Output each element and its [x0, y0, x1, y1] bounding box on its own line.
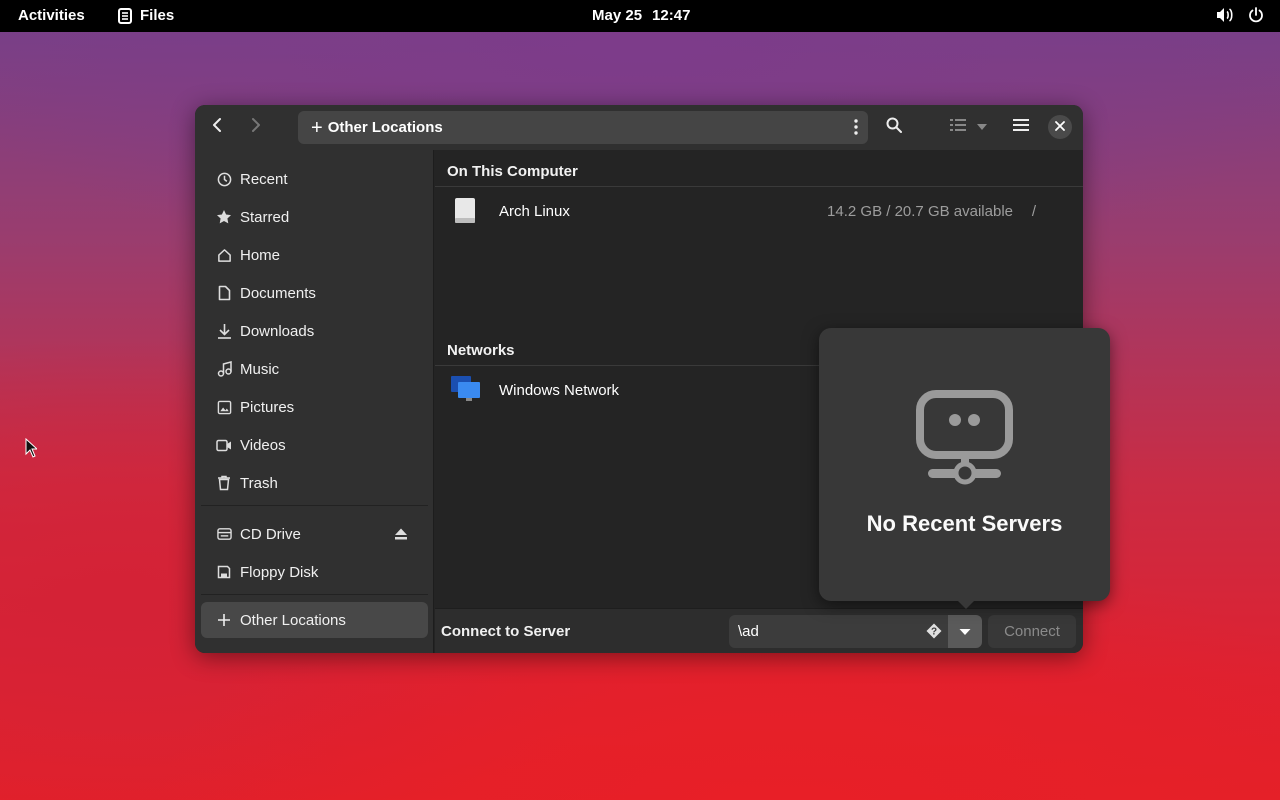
home-icon: [213, 248, 235, 263]
sidebar-item-trash[interactable]: Trash: [201, 465, 428, 501]
location-name: Arch Linux: [499, 202, 570, 220]
svg-text:?: ?: [931, 627, 937, 638]
plus-icon: [213, 613, 235, 627]
files-icon: [118, 7, 132, 24]
sidebar-item-label: Music: [240, 360, 280, 378]
sidebar-item-floppy-disk[interactable]: Floppy Disk: [201, 554, 428, 590]
connect-to-server-bar: Connect to Server \ad ? Connect: [435, 608, 1083, 653]
volume-icon: [1216, 7, 1234, 23]
path-label: Other Locations: [327, 119, 443, 136]
eject-icon[interactable]: [394, 527, 408, 544]
close-button[interactable]: [1048, 115, 1072, 139]
sidebar-item-label: Documents: [240, 284, 316, 302]
sidebar-item-label: Videos: [240, 436, 286, 454]
network-computer-icon: [451, 376, 481, 408]
sidebar-item-label: Other Locations: [240, 611, 346, 629]
video-icon: [213, 439, 235, 452]
connect-to-server-label: Connect to Server: [441, 623, 571, 640]
header-bar: + Other Locations: [195, 105, 1083, 150]
floppy-icon: [213, 565, 235, 579]
recent-servers-dropdown-button[interactable]: [948, 615, 982, 648]
hamburger-menu-icon: [1013, 118, 1029, 137]
location-row-arch-linux[interactable]: Arch Linux 14.2 GB / 20.7 GB available /: [435, 188, 1083, 234]
sidebar-item-videos[interactable]: Videos: [201, 427, 428, 463]
close-icon: [1055, 118, 1065, 136]
picture-icon: [213, 400, 235, 415]
forward-button[interactable]: [239, 110, 273, 144]
recent-servers-popover: No Recent Servers: [819, 328, 1110, 609]
view-options-button[interactable]: [969, 110, 995, 144]
system-status-area[interactable]: [1216, 7, 1264, 23]
location-name: Windows Network: [499, 381, 620, 399]
download-icon: [213, 323, 235, 339]
section-title-networks: Networks: [447, 342, 515, 359]
sidebar-item-music[interactable]: Music: [201, 351, 428, 387]
section-divider: [435, 186, 1083, 187]
document-icon: [213, 285, 235, 301]
help-diamond-icon[interactable]: ?: [926, 623, 942, 643]
mouse-pointer-icon: [25, 437, 39, 463]
chevron-left-icon: [211, 117, 223, 138]
sidebar-item-pictures[interactable]: Pictures: [201, 389, 428, 425]
sidebar-item-recent[interactable]: Recent: [201, 161, 428, 197]
sidebar-item-label: Starred: [240, 208, 290, 226]
sidebar-item-label: Recent: [240, 170, 288, 188]
clock-icon: [213, 172, 235, 187]
plus-icon: +: [311, 116, 323, 139]
search-icon: [886, 117, 902, 138]
chevron-down-icon: [976, 118, 988, 136]
clock[interactable]: May 25 12:47: [592, 7, 690, 24]
sidebar-item-other-locations[interactable]: Other Locations: [201, 602, 428, 638]
sidebar-item-label: Floppy Disk: [240, 563, 319, 581]
chevron-right-icon: [250, 117, 262, 138]
section-title-on-this-computer: On This Computer: [447, 163, 578, 180]
sidebar-item-cd-drive[interactable]: CD Drive: [201, 516, 428, 552]
sidebar-item-label: Downloads: [240, 322, 315, 340]
optical-drive-icon: [213, 527, 235, 541]
sidebar-separator: [201, 594, 428, 595]
search-button[interactable]: [877, 110, 911, 144]
app-menu[interactable]: Files: [118, 7, 174, 24]
network-server-icon: [916, 390, 1013, 491]
path-bar[interactable]: + Other Locations: [298, 111, 868, 144]
popover-empty-title: No Recent Servers: [866, 511, 1063, 536]
star-icon: [213, 209, 235, 225]
sidebar-item-downloads[interactable]: Downloads: [201, 313, 428, 349]
drive-icon: [454, 197, 476, 228]
location-availability: 14.2 GB / 20.7 GB available: [827, 202, 1013, 220]
main-menu-button[interactable]: [1004, 110, 1038, 144]
clock-date: May 25: [592, 7, 643, 24]
chevron-down-icon: [959, 623, 971, 641]
sidebar-item-label: Trash: [240, 474, 278, 492]
app-name: Files: [140, 7, 175, 24]
top-bar: Activities Files May 25 12:47: [0, 0, 1280, 32]
location-mount-point: /: [1031, 202, 1036, 220]
music-icon: [213, 361, 235, 377]
sidebar: Recent Starred Home Documents Downloads …: [195, 150, 434, 653]
sidebar-item-label: Pictures: [240, 398, 295, 416]
list-view-icon: [950, 118, 966, 137]
power-icon: [1248, 7, 1264, 23]
server-address-value: \ad: [738, 623, 759, 640]
sidebar-item-label: Home: [240, 246, 281, 264]
activities-button[interactable]: Activities: [18, 7, 85, 24]
sidebar-item-label: CD Drive: [240, 525, 301, 543]
back-button[interactable]: [200, 110, 234, 144]
popover-arrow: [957, 600, 975, 609]
sidebar-separator: [201, 505, 428, 506]
trash-icon: [213, 475, 235, 491]
sidebar-item-starred[interactable]: Starred: [201, 199, 428, 235]
sidebar-item-home[interactable]: Home: [201, 237, 428, 273]
connect-button[interactable]: Connect: [988, 615, 1076, 648]
vertical-dots-icon[interactable]: [854, 119, 858, 139]
sidebar-item-documents[interactable]: Documents: [201, 275, 428, 311]
server-address-input[interactable]: \ad ?: [729, 615, 948, 648]
clock-time: 12:47: [652, 7, 691, 24]
